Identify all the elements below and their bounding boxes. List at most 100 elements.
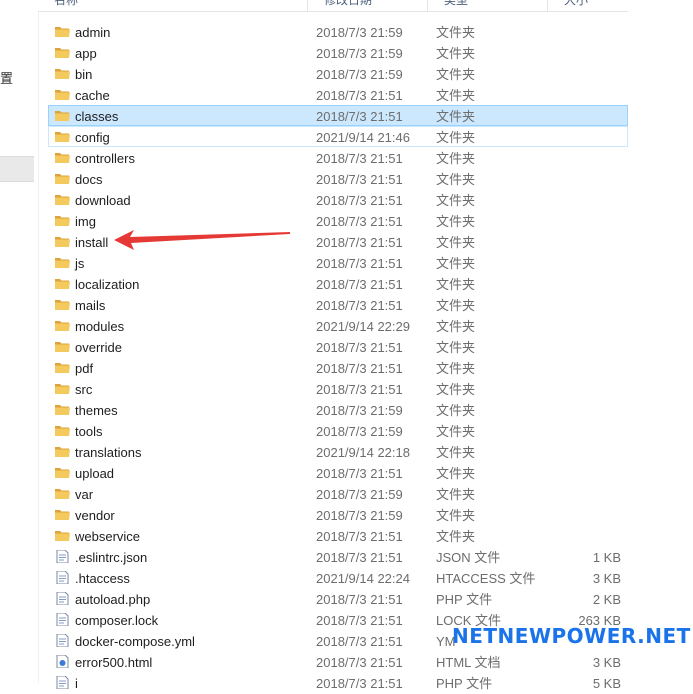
file-name: .htaccess: [75, 571, 130, 586]
file-row[interactable]: localization 2018/7/3 21:51 文件夹: [48, 273, 628, 294]
file-date: 2018/7/3 21:59: [316, 508, 403, 523]
file-row[interactable]: docs 2018/7/3 21:51 文件夹: [48, 168, 628, 189]
folder-icon: [55, 510, 70, 520]
file-name: admin: [75, 25, 111, 40]
file-type: 文件夹: [436, 445, 476, 460]
file-type: 文件夹: [436, 466, 476, 481]
file-name: themes: [75, 403, 118, 418]
file-name: vendor: [75, 508, 115, 523]
file-row[interactable]: mails 2018/7/3 21:51 文件夹: [48, 294, 628, 315]
file-size: 2 KB: [592, 592, 621, 607]
file-name: tools: [75, 424, 103, 439]
folder-icon: [55, 69, 70, 79]
file-name: translations: [75, 445, 142, 460]
file-date: 2018/7/3 21:51: [316, 88, 403, 103]
file-icon: [56, 571, 69, 584]
file-date: 2021/9/14 22:24: [316, 571, 410, 586]
file-row[interactable]: classes 2018/7/3 21:51 文件夹: [48, 105, 628, 126]
file-type: 文件夹: [436, 256, 476, 271]
file-name: bin: [75, 67, 93, 82]
folder-icon: [55, 321, 70, 331]
column-header-type[interactable]: 类型: [428, 0, 548, 11]
file-date: 2018/7/3 21:51: [316, 592, 403, 607]
file-name: var: [75, 487, 94, 502]
file-row[interactable]: modules 2021/9/14 22:29 文件夹: [48, 315, 628, 336]
file-row[interactable]: cache 2018/7/3 21:51 文件夹: [48, 84, 628, 105]
nav-item-label[interactable]: 置: [0, 68, 13, 87]
file-row[interactable]: config 2021/9/14 21:46 文件夹: [48, 126, 628, 147]
file-name: docs: [75, 172, 103, 187]
file-row[interactable]: app 2018/7/3 21:59 文件夹: [48, 42, 628, 63]
file-date: 2018/7/3 21:51: [316, 193, 403, 208]
file-row[interactable]: admin 2018/7/3 21:59 文件夹: [48, 21, 628, 42]
file-type: JSON 文件: [436, 550, 501, 565]
folder-icon: [55, 195, 70, 205]
file-row[interactable]: var 2018/7/3 21:59 文件夹: [48, 483, 628, 504]
file-date: 2018/7/3 21:51: [316, 214, 403, 229]
file-name: img: [75, 214, 96, 229]
file-row[interactable]: js 2018/7/3 21:51 文件夹: [48, 252, 628, 273]
file-type: 文件夹: [436, 403, 476, 418]
file-name: localization: [75, 277, 140, 292]
file-row[interactable]: src 2018/7/3 21:51 文件夹: [48, 378, 628, 399]
file-row[interactable]: pdf 2018/7/3 21:51 文件夹: [48, 357, 628, 378]
column-header-size[interactable]: 大小: [548, 0, 628, 11]
file-date: 2018/7/3 21:51: [316, 676, 403, 691]
html-file-icon: [56, 655, 69, 668]
file-date: 2018/7/3 21:59: [316, 46, 403, 61]
file-row[interactable]: controllers 2018/7/3 21:51 文件夹: [48, 147, 628, 168]
folder-icon: [55, 447, 70, 457]
file-date: 2018/7/3 21:59: [316, 487, 403, 502]
file-name: cache: [75, 88, 110, 103]
folder-icon: [55, 132, 70, 142]
folder-icon: [55, 405, 70, 415]
file-date: 2021/9/14 22:18: [316, 445, 410, 460]
file-icon: [56, 550, 69, 563]
file-date: 2018/7/3 21:51: [316, 529, 403, 544]
file-type: 文件夹: [436, 109, 476, 124]
file-row[interactable]: .eslintrc.json 2018/7/3 21:51 JSON 文件 1 KB: [48, 546, 628, 567]
file-date: 2018/7/3 21:51: [316, 634, 403, 649]
file-type: 文件夹: [436, 340, 476, 355]
file-icon: [56, 634, 69, 647]
column-header-date[interactable]: 修改日期: [308, 0, 428, 11]
folder-icon: [55, 342, 70, 352]
file-row[interactable]: bin 2018/7/3 21:59 文件夹: [48, 63, 628, 84]
watermark-logo: NETNEWPOWER.NET: [452, 624, 691, 648]
file-row[interactable]: webservice 2018/7/3 21:51 文件夹: [48, 525, 628, 546]
file-name: controllers: [75, 151, 135, 166]
file-icon: [56, 592, 69, 605]
file-row[interactable]: translations 2021/9/14 22:18 文件夹: [48, 441, 628, 462]
file-type: 文件夹: [436, 214, 476, 229]
file-date: 2018/7/3 21:51: [316, 382, 403, 397]
nav-selected-item[interactable]: [0, 156, 34, 182]
navigation-pane: 置: [0, 0, 39, 683]
file-type: 文件夹: [436, 130, 476, 145]
file-type: 文件夹: [436, 277, 476, 292]
file-size: 3 KB: [592, 571, 621, 586]
file-date: 2018/7/3 21:51: [316, 235, 403, 250]
file-type: 文件夹: [436, 319, 476, 334]
file-row[interactable]: themes 2018/7/3 21:59 文件夹: [48, 399, 628, 420]
file-name: pdf: [75, 361, 94, 376]
file-type: HTACCESS 文件: [436, 571, 536, 586]
file-size: 1 KB: [592, 550, 621, 565]
file-type: PHP 文件: [436, 592, 493, 607]
file-date: 2018/7/3 21:59: [316, 25, 403, 40]
file-name: classes: [75, 109, 119, 124]
file-row[interactable]: tools 2018/7/3 21:59 文件夹: [48, 420, 628, 441]
file-row[interactable]: vendor 2018/7/3 21:59 文件夹: [48, 504, 628, 525]
file-row[interactable]: .htaccess 2021/9/14 22:24 HTACCESS 文件 3 KB: [48, 567, 628, 588]
file-row[interactable]: override 2018/7/3 21:51 文件夹: [48, 336, 628, 357]
file-date: 2018/7/3 21:51: [316, 550, 403, 565]
file-size: 5 KB: [592, 676, 621, 691]
file-row[interactable]: autoload.php 2018/7/3 21:51 PHP 文件 2 KB: [48, 588, 628, 609]
column-header-name[interactable]: 名称: [38, 0, 308, 11]
file-type: 文件夹: [436, 424, 476, 439]
folder-icon: [55, 426, 70, 436]
file-row[interactable]: download 2018/7/3 21:51 文件夹: [48, 189, 628, 210]
file-type: 文件夹: [436, 67, 476, 82]
file-row[interactable]: error500.html 2018/7/3 21:51 HTML 文档 3 KB: [48, 651, 628, 672]
file-name: override: [75, 340, 122, 355]
file-row[interactable]: upload 2018/7/3 21:51 文件夹: [48, 462, 628, 483]
